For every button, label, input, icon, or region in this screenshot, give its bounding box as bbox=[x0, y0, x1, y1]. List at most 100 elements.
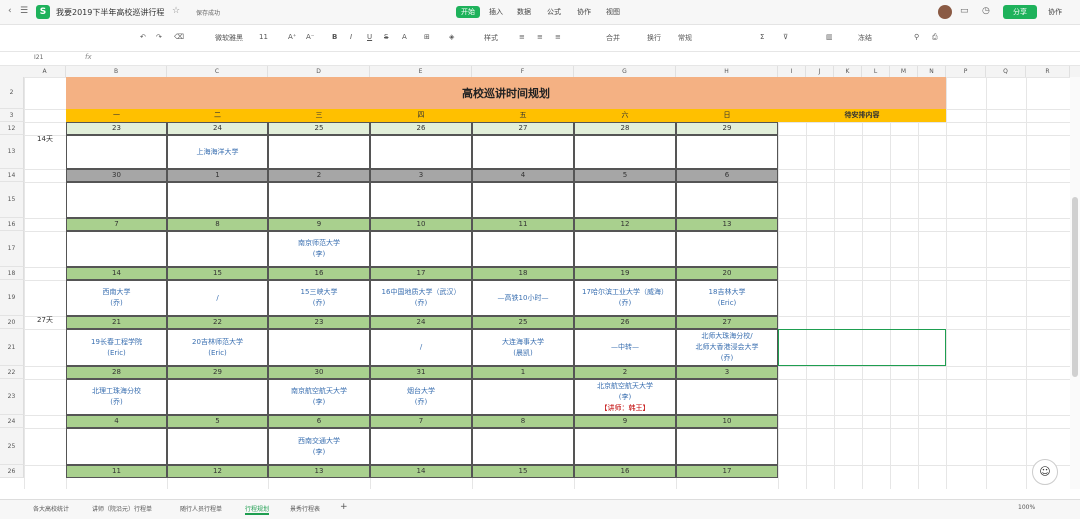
row-header-21[interactable]: 21 bbox=[0, 329, 24, 366]
scroll-thumb[interactable] bbox=[1072, 197, 1078, 377]
align-center-icon[interactable]: ≡ bbox=[537, 33, 543, 41]
date-cell[interactable]: 3 bbox=[676, 366, 778, 379]
date-cell[interactable]: 2 bbox=[268, 169, 370, 182]
event-cell[interactable] bbox=[472, 135, 574, 169]
event-cell[interactable] bbox=[370, 428, 472, 465]
video-icon[interactable]: ▭ bbox=[960, 6, 969, 16]
event-cell[interactable] bbox=[574, 182, 676, 218]
row-header-19[interactable]: 19 bbox=[0, 280, 24, 316]
row-header-20[interactable]: 20 bbox=[0, 316, 24, 329]
event-cell[interactable] bbox=[268, 329, 370, 366]
sum-icon[interactable]: Σ bbox=[760, 33, 764, 41]
avatar[interactable] bbox=[938, 5, 952, 19]
date-cell[interactable]: 14 bbox=[66, 267, 167, 280]
date-cell[interactable]: 21 bbox=[66, 316, 167, 329]
row-header-16[interactable]: 16 bbox=[0, 218, 24, 231]
column-header-R[interactable]: R bbox=[1026, 66, 1070, 77]
underline-icon[interactable]: U bbox=[367, 33, 372, 41]
event-cell[interactable] bbox=[472, 231, 574, 267]
align-right-icon[interactable]: ≡ bbox=[555, 33, 561, 41]
column-header-A[interactable]: A bbox=[24, 66, 66, 77]
row-header-25[interactable]: 25 bbox=[0, 428, 24, 465]
assistant-icon[interactable]: ☺ bbox=[1032, 459, 1058, 485]
date-cell[interactable]: 13 bbox=[268, 465, 370, 478]
font-select[interactable]: 微软雅黑 bbox=[215, 33, 243, 43]
event-cell[interactable]: 北师大珠海分校/北师大香港浸会大学 (乔) bbox=[676, 329, 778, 366]
search-icon[interactable]: ⚲ bbox=[914, 33, 919, 41]
date-cell[interactable]: 19 bbox=[574, 267, 676, 280]
freeze-button[interactable]: 冻结 bbox=[858, 33, 872, 43]
font-shrink-icon[interactable]: A⁻ bbox=[306, 33, 314, 41]
event-cell[interactable]: / bbox=[167, 280, 268, 316]
date-cell[interactable]: 12 bbox=[167, 465, 268, 478]
column-header-K[interactable]: K bbox=[834, 66, 862, 77]
date-cell[interactable]: 25 bbox=[472, 316, 574, 329]
event-cell[interactable]: 西南大学 (乔) bbox=[66, 280, 167, 316]
menu-insert[interactable]: 插入 bbox=[489, 7, 503, 17]
date-cell[interactable]: 4 bbox=[66, 415, 167, 428]
date-cell[interactable]: 11 bbox=[472, 218, 574, 231]
event-cell[interactable]: 北理工珠海分校 (乔) bbox=[66, 379, 167, 415]
back-icon[interactable]: ‹ bbox=[8, 6, 12, 16]
date-cell[interactable]: 13 bbox=[676, 218, 778, 231]
date-cell[interactable]: 28 bbox=[574, 122, 676, 135]
event-cell[interactable] bbox=[574, 135, 676, 169]
row-header-24[interactable]: 24 bbox=[0, 415, 24, 428]
date-cell[interactable]: 29 bbox=[167, 366, 268, 379]
date-cell[interactable]: 23 bbox=[268, 316, 370, 329]
event-cell[interactable] bbox=[472, 379, 574, 415]
menu-start[interactable]: 开始 bbox=[456, 6, 480, 18]
row-header-18[interactable]: 18 bbox=[0, 267, 24, 280]
date-cell[interactable]: 3 bbox=[370, 169, 472, 182]
date-cell[interactable]: 25 bbox=[268, 122, 370, 135]
collab-button[interactable]: 协作 bbox=[1048, 7, 1062, 17]
border-icon[interactable]: ⊞ bbox=[424, 33, 430, 41]
column-header-I[interactable]: I bbox=[778, 66, 806, 77]
date-cell[interactable]: 12 bbox=[574, 218, 676, 231]
row-header-3[interactable]: 3 bbox=[0, 109, 24, 122]
event-cell[interactable] bbox=[268, 182, 370, 218]
event-cell[interactable]: / bbox=[370, 329, 472, 366]
history-icon[interactable]: ◷ bbox=[982, 6, 990, 16]
font-color-icon[interactable]: A bbox=[402, 33, 407, 41]
event-cell[interactable] bbox=[574, 428, 676, 465]
event-cell[interactable] bbox=[676, 231, 778, 267]
column-header-E[interactable]: E bbox=[370, 66, 472, 77]
event-cell[interactable]: —中转— bbox=[574, 329, 676, 366]
column-header-P[interactable]: P bbox=[946, 66, 986, 77]
column-header-B[interactable]: B bbox=[66, 66, 167, 77]
menu-view[interactable]: 视图 bbox=[606, 7, 620, 17]
event-cell[interactable] bbox=[370, 135, 472, 169]
column-header-J[interactable]: J bbox=[806, 66, 834, 77]
event-cell[interactable]: —高铁10小时— bbox=[472, 280, 574, 316]
add-sheet-icon[interactable]: + bbox=[340, 502, 348, 512]
row-header-22[interactable]: 22 bbox=[0, 366, 24, 379]
event-cell[interactable] bbox=[676, 182, 778, 218]
merge-button[interactable]: 合并 bbox=[606, 33, 620, 43]
sheet-tab-5[interactable]: 景秀行程表 bbox=[290, 504, 320, 513]
event-cell[interactable] bbox=[66, 231, 167, 267]
date-cell[interactable]: 10 bbox=[370, 218, 472, 231]
event-cell[interactable]: 20吉林师范大学 (Eric) bbox=[167, 329, 268, 366]
date-cell[interactable]: 14 bbox=[370, 465, 472, 478]
date-cell[interactable]: 8 bbox=[167, 218, 268, 231]
event-cell[interactable] bbox=[370, 231, 472, 267]
sheet-tab-1[interactable]: 各大高校统计 bbox=[33, 504, 69, 513]
align-left-icon[interactable]: ≡ bbox=[519, 33, 525, 41]
sheet-grid[interactable]: 高校巡讲时间规划一二三四五六日待安排内容 23 24 25 26 27 28 29 上海海洋大学… bbox=[24, 77, 1070, 489]
undo-icon[interactable]: ↶ bbox=[140, 33, 146, 41]
date-cell[interactable]: 2 bbox=[574, 366, 676, 379]
row-header-17[interactable]: 17 bbox=[0, 231, 24, 267]
print-icon[interactable]: ⎙ bbox=[932, 33, 938, 42]
event-cell[interactable]: 西南交通大学 (李) bbox=[268, 428, 370, 465]
format-painter-icon[interactable]: ⌫ bbox=[174, 33, 184, 41]
column-header-N[interactable]: N bbox=[918, 66, 946, 77]
style-button[interactable]: 样式 bbox=[484, 33, 498, 43]
sheet-tab-3[interactable]: 随行人员行程单 bbox=[180, 504, 222, 513]
menu-icon[interactable]: ☰ bbox=[20, 6, 28, 16]
date-cell[interactable]: 9 bbox=[268, 218, 370, 231]
column-header-G[interactable]: G bbox=[574, 66, 676, 77]
date-cell[interactable]: 28 bbox=[66, 366, 167, 379]
date-cell[interactable]: 30 bbox=[268, 366, 370, 379]
date-cell[interactable]: 26 bbox=[370, 122, 472, 135]
